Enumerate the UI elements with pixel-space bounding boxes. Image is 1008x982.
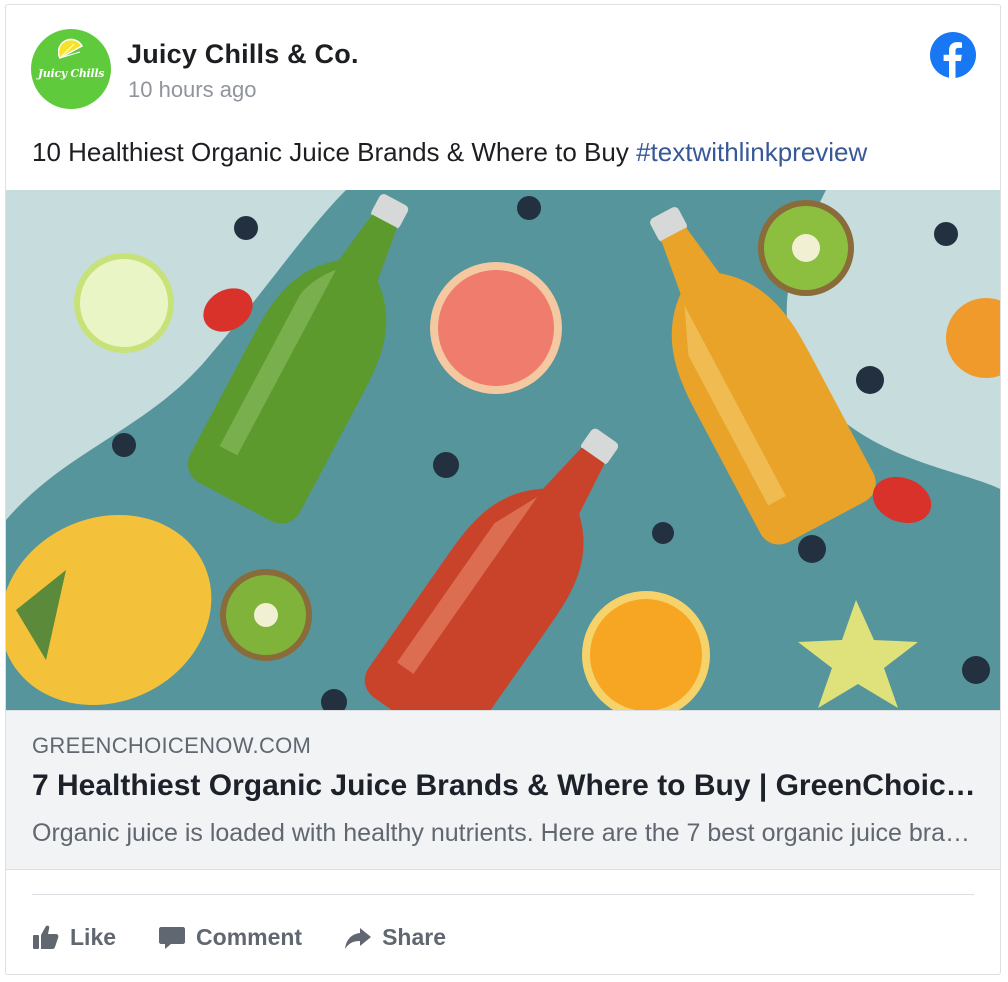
page-name[interactable]: Juicy Chills & Co.	[127, 39, 359, 70]
link-description: Organic juice is loaded with healthy nut…	[32, 819, 982, 847]
lemon-icon	[58, 38, 84, 60]
post-card: Juicy Chills Juicy Chills & Co. 10 hours…	[5, 4, 1001, 975]
thumbs-up-icon	[33, 925, 59, 949]
actions-divider	[32, 894, 974, 895]
link-title[interactable]: 7 Healthiest Organic Juice Brands & Wher…	[32, 769, 982, 803]
share-icon	[345, 928, 372, 949]
like-label: Like	[70, 923, 117, 950]
share-button[interactable]: Share	[344, 923, 446, 951]
avatar-brand-text: Juicy Chills	[37, 67, 105, 80]
post-message: 10 Healthiest Organic Juice Brands & Whe…	[32, 137, 867, 168]
link-preview-image[interactable]	[6, 190, 1000, 710]
post-timestamp[interactable]: 10 hours ago	[128, 77, 256, 103]
hashtag-link[interactable]: #textwithlinkpreview	[636, 137, 867, 167]
link-preview-meta[interactable]: GREENCHOICENOW.COM 7 Healthiest Organic …	[6, 710, 1000, 870]
link-domain: GREENCHOICENOW.COM	[32, 733, 312, 758]
facebook-icon[interactable]	[930, 32, 976, 78]
comment-button[interactable]: Comment	[158, 923, 302, 951]
avatar[interactable]: Juicy Chills	[31, 29, 111, 109]
like-button[interactable]: Like	[32, 923, 116, 951]
post-message-text: 10 Healthiest Organic Juice Brands & Whe…	[32, 137, 637, 167]
post-actions: Like Comment Share	[32, 917, 488, 957]
comment-icon	[159, 927, 186, 949]
comment-label: Comment	[196, 923, 303, 950]
juice-bottles-image	[6, 190, 1000, 710]
share-label: Share	[382, 923, 447, 950]
post-header: Juicy Chills Juicy Chills & Co. 10 hours…	[6, 5, 1000, 113]
